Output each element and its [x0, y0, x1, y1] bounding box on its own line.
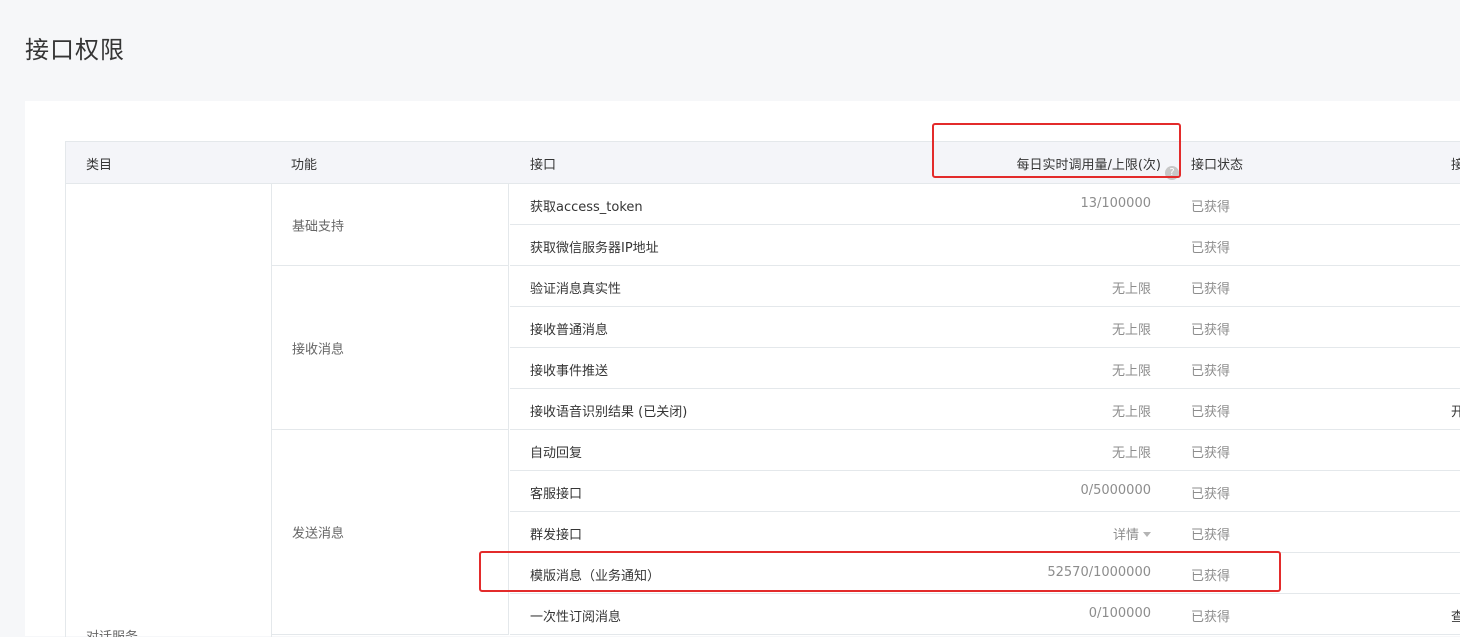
api-status: 已获得 [1191, 405, 1231, 420]
api-name: 一次性订阅消息 [530, 610, 622, 625]
api-name: 获取微信服务器IP地址 [530, 241, 659, 256]
details-label: 详情 [1112, 528, 1139, 543]
api-name: 客服接口 [530, 487, 583, 502]
api-name: 接收事件推送 [530, 364, 609, 379]
highlight-box-template-row [479, 551, 1281, 592]
table-row: 获取access_token 13/100000 已获得 [510, 184, 1460, 225]
api-name: 自动回复 [530, 446, 583, 461]
function-group-receive: 接收消息 [272, 266, 509, 430]
api-action-link[interactable]: 开 [1451, 401, 1460, 420]
table-row: 自动回复 无上限 已获得 [510, 430, 1460, 471]
page-title: 接口权限 [25, 36, 125, 64]
api-limit: 无上限 [1111, 446, 1151, 461]
api-status: 已获得 [1191, 364, 1231, 379]
api-limit: 无上限 [1111, 364, 1151, 379]
table-row: 接收普通消息 无上限 已获得 [510, 307, 1460, 348]
caret-down-icon [1143, 532, 1151, 537]
api-status: 已获得 [1191, 200, 1231, 215]
function-group-send: 发送消息 [272, 430, 509, 635]
table-row: 获取微信服务器IP地址 已获得 [510, 225, 1460, 266]
function-group-basic: 基础支持 [272, 184, 509, 266]
header-extra: 接 [1451, 154, 1460, 173]
category-label: 对话服务 [86, 626, 138, 637]
api-status: 已获得 [1191, 446, 1231, 461]
table-row: 接收事件推送 无上限 已获得 [510, 348, 1460, 389]
api-name: 获取access_token [530, 200, 643, 215]
highlight-box-limit-header [932, 123, 1181, 178]
function-label: 发送消息 [292, 526, 345, 542]
header-status: 接口状态 [1191, 158, 1244, 173]
api-status: 已获得 [1191, 610, 1231, 625]
table-row: 群发接口 详情 已获得 [510, 512, 1460, 553]
api-name: 验证消息真实性 [530, 282, 622, 297]
api-status: 已获得 [1191, 528, 1231, 543]
header-api: 接口 [530, 158, 557, 173]
api-name: 接收语音识别结果 (已关闭) [530, 405, 688, 420]
function-label: 接收消息 [292, 342, 345, 357]
table-row: 一次性订阅消息 0/100000 已获得 查看模版 [510, 594, 1460, 635]
api-limit: 0/5000000 [1080, 483, 1151, 498]
category-cell: 对话服务 [66, 184, 272, 637]
view-template-link[interactable]: 查看模版 [1451, 606, 1460, 625]
api-limit: 无上限 [1111, 282, 1151, 297]
details-dropdown[interactable]: 详情 [936, 524, 1151, 543]
api-status: 已获得 [1191, 323, 1231, 338]
api-name: 接收普通消息 [530, 323, 609, 338]
table-row: 接收语音识别结果 (已关闭) 无上限 已获得 开 [510, 389, 1460, 430]
header-function: 功能 [291, 158, 318, 173]
api-limit: 无上限 [1111, 323, 1151, 338]
api-limit: 0/100000 [1088, 606, 1151, 621]
api-name: 群发接口 [530, 528, 583, 543]
table-row: 客服接口 0/5000000 已获得 [510, 471, 1460, 512]
api-status: 已获得 [1191, 241, 1231, 256]
header-category: 类目 [86, 158, 113, 173]
table-header: 类目 功能 接口 每日实时调用量/上限(次)? 接口状态 接 [66, 142, 1460, 184]
api-limit: 无上限 [1111, 405, 1151, 420]
table-row: 验证消息真实性 无上限 已获得 [510, 266, 1460, 307]
api-limit: 13/100000 [1080, 196, 1151, 211]
function-label: 基础支持 [292, 219, 345, 234]
api-status: 已获得 [1191, 487, 1231, 502]
api-status: 已获得 [1191, 282, 1231, 297]
